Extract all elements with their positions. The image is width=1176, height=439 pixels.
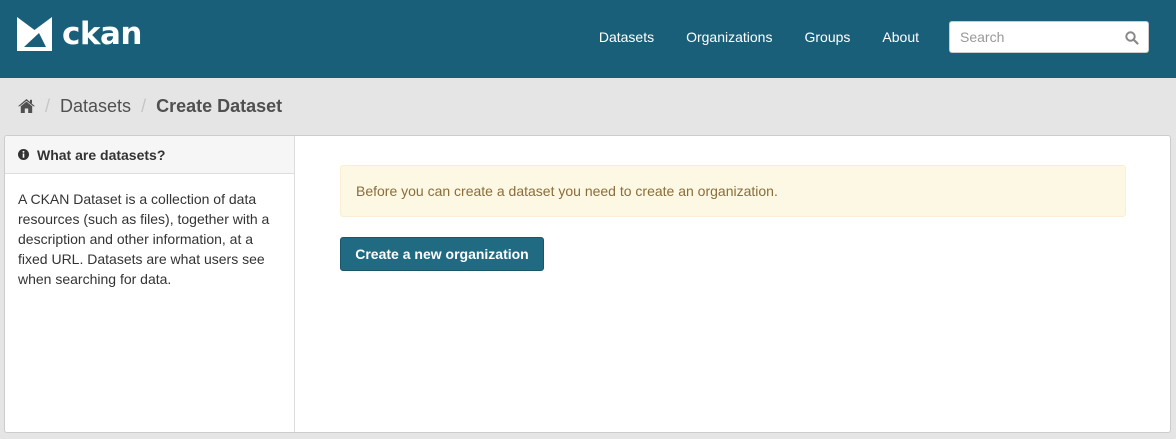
toolbar: / Datasets / Create Dataset <box>0 78 1176 134</box>
breadcrumb-separator: / <box>141 96 147 116</box>
search-input[interactable] <box>950 22 1120 52</box>
nav-item-groups[interactable]: Groups <box>772 28 850 46</box>
create-organization-button[interactable]: Create a new organization <box>340 237 544 271</box>
masthead: ckan Datasets Organizations Groups About <box>0 0 1176 78</box>
breadcrumb-separator: / <box>45 96 51 116</box>
nav-item-organizations[interactable]: Organizations <box>654 28 772 46</box>
info-icon <box>18 149 29 160</box>
sidebar-heading: What are datasets? <box>5 136 294 174</box>
breadcrumb: / Datasets / Create Dataset <box>18 95 282 117</box>
primary-content: Before you can create a dataset you need… <box>295 136 1170 432</box>
home-icon[interactable] <box>18 99 35 113</box>
main-nav: Datasets Organizations Groups About <box>567 28 919 46</box>
sidebar: What are datasets? A CKAN Dataset is a c… <box>5 136 295 432</box>
site-name: ckan <box>62 16 142 52</box>
site-search <box>949 21 1149 53</box>
nav-item-about[interactable]: About <box>850 28 919 46</box>
sidebar-description: A CKAN Dataset is a collection of data r… <box>18 191 270 287</box>
ckan-envelope-logo-icon <box>17 17 52 51</box>
content-wrapper: What are datasets? A CKAN Dataset is a c… <box>4 135 1171 433</box>
search-icon[interactable] <box>1124 30 1140 46</box>
sidebar-heading-text: What are datasets? <box>37 146 166 163</box>
nav-item-datasets[interactable]: Datasets <box>567 28 654 46</box>
warning-alert: Before you can create a dataset you need… <box>340 165 1126 217</box>
breadcrumb-create-dataset[interactable]: Create Dataset <box>156 95 282 117</box>
site-logo[interactable]: ckan <box>17 17 142 51</box>
breadcrumb-datasets[interactable]: Datasets <box>60 95 131 117</box>
